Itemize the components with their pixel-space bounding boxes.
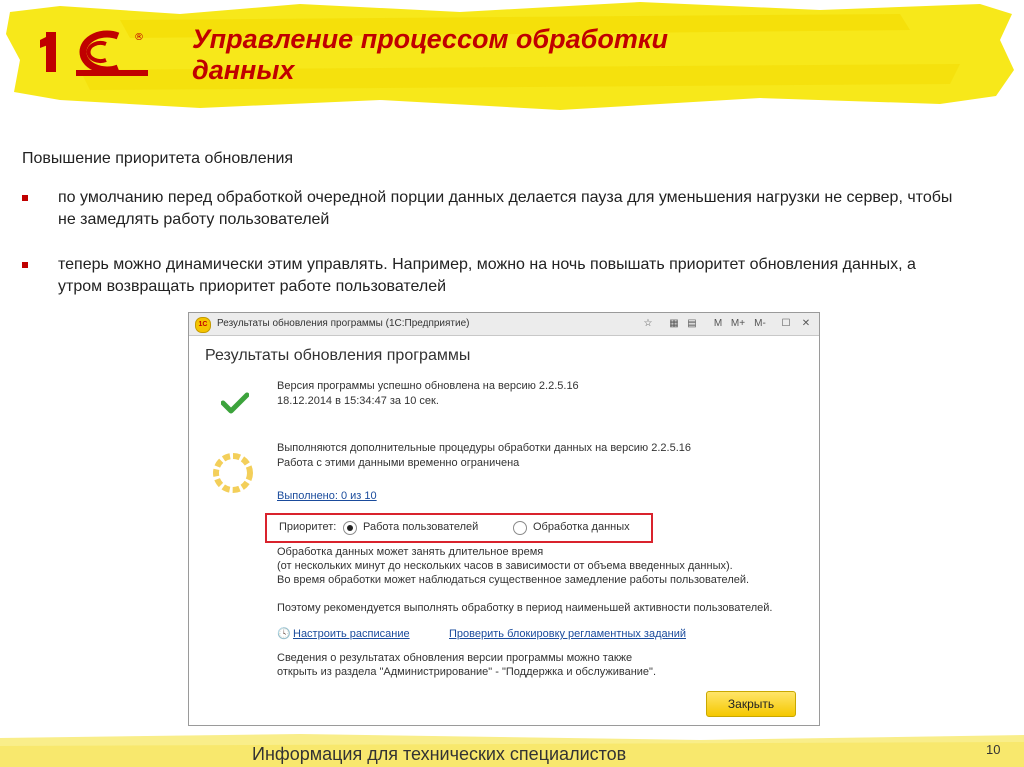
calculator-icon[interactable]: ▦ — [667, 317, 681, 331]
1c-logo: ® — [40, 30, 148, 76]
success-check-icon — [221, 392, 249, 414]
bullet-marker-icon — [22, 195, 28, 201]
radio-user-work-label[interactable]: Работа пользователей — [363, 521, 478, 533]
radio-data-processing-label[interactable]: Обработка данных — [533, 521, 630, 533]
window-titlebar: 1С Результаты обновления программы (1С:П… — [189, 313, 819, 336]
favorite-icon[interactable]: ☆ — [641, 317, 655, 331]
logo-trademark: ® — [134, 32, 144, 43]
bullet-text: теперь можно динамически этим управлять.… — [58, 256, 916, 295]
priority-selector: Приоритет: Работа пользователей Обработк… — [265, 513, 653, 543]
info-line-2: (от нескольких минут до нескольких часов… — [277, 560, 733, 572]
minimize-icon[interactable]: ☐ — [779, 317, 793, 331]
info-line-3: Во время обработки может наблюдаться сущ… — [277, 574, 750, 586]
loading-spinner-icon — [213, 453, 253, 493]
bullet-text: по умолчанию перед обработкой очередной … — [58, 189, 953, 228]
memory-plus-button[interactable]: M+ — [729, 317, 747, 331]
success-line-1: Версия программы успешно обновлена на ве… — [277, 380, 579, 392]
radio-data-processing[interactable] — [513, 521, 527, 535]
1c-app-icon: 1С — [195, 317, 211, 333]
info-line-1: Обработка данных может занять длительное… — [277, 546, 544, 558]
note-line-1: Сведения о результатах обновления версии… — [277, 652, 633, 664]
priority-label: Приоритет: — [279, 521, 337, 533]
window-heading: Результаты обновления программы — [205, 347, 471, 364]
check-lock-link[interactable]: Проверить блокировку регламентных задани… — [449, 627, 686, 642]
memory-minus-button[interactable]: M- — [751, 317, 769, 331]
bullet-marker-icon — [22, 262, 28, 268]
note-line-2: открыть из раздела "Администрирование" -… — [277, 666, 656, 678]
radio-user-work[interactable] — [343, 521, 357, 535]
close-button[interactable]: Закрыть — [706, 691, 796, 717]
processing-line-1: Выполняются дополнительные процедуры обр… — [277, 442, 691, 454]
page-number: 10 — [986, 742, 1001, 757]
close-window-icon[interactable]: ✕ — [799, 317, 813, 331]
window-title: Результаты обновления программы (1С:Пред… — [217, 318, 470, 329]
progress-link[interactable]: Выполнено: 0 из 10 — [277, 489, 377, 504]
success-line-2: 18.12.2014 в 15:34:47 за 10 сек. — [277, 395, 439, 407]
slide-subtitle: Повышение приоритета обновления — [22, 150, 294, 167]
footer-text: Информация для технических специалистов — [252, 744, 627, 764]
calendar-icon[interactable]: ▤ — [685, 317, 699, 331]
slide-title: Управление процессом обработки данных — [192, 24, 669, 85]
memory-m-button[interactable]: M — [711, 317, 725, 331]
processing-line-2: Работа с этими данными временно ограниче… — [277, 457, 520, 469]
schedule-icon[interactable]: 🕓 — [277, 627, 291, 642]
info-line-4: Поэтому рекомендуется выполнять обработк… — [277, 602, 773, 614]
schedule-link[interactable]: Настроить расписание — [293, 627, 410, 642]
update-results-window: 1С Результаты обновления программы (1С:П… — [188, 312, 820, 726]
